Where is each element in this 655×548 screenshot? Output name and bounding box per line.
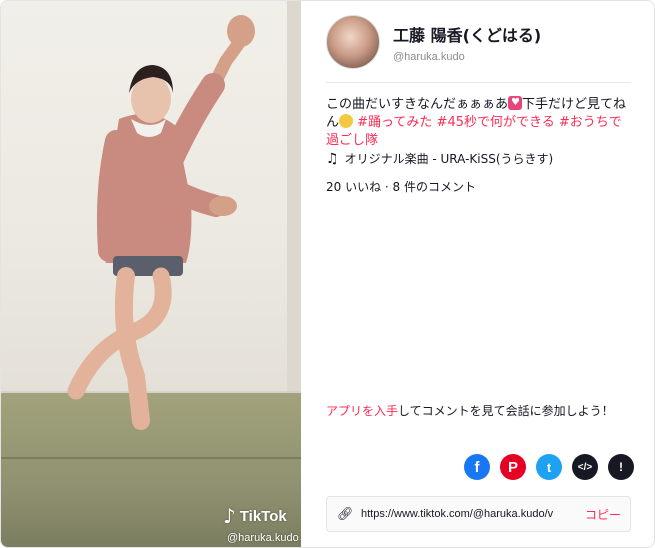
- author-meta: 工藤 陽香(くどはる) @haruka.kudo: [393, 22, 541, 63]
- video-caption: この曲だいすきなんだぁぁぁあ下手だけど見てねん #踊ってみた #45秒で何ができ…: [326, 96, 631, 150]
- share-buttons: f P t </> !: [464, 454, 634, 480]
- author-name[interactable]: 工藤 陽香(くどはる): [393, 22, 541, 46]
- caption-text-1: この曲だいすきなんだぁぁぁあ: [326, 97, 509, 112]
- video-watermark-handle: @haruka.kudo: [227, 532, 299, 544]
- tiktok-note-icon: ♪: [223, 504, 236, 528]
- engagement-stats: 20 いいね · 8 件のコメント: [326, 180, 476, 194]
- heart-emoji-icon: [508, 96, 523, 110]
- info-panel: 工藤 陽香(くどはる) @haruka.kudo この曲だいすきなんだぁぁぁあ下…: [326, 1, 634, 547]
- hashtag-link[interactable]: #45秒で何ができる: [437, 115, 555, 130]
- author-block[interactable]: 工藤 陽香(くどはる) @haruka.kudo: [326, 15, 541, 69]
- comment-cta: アプリを入手してコメントを見て会話に参加しよう！: [326, 402, 614, 419]
- embed-code-icon[interactable]: </>: [572, 454, 598, 480]
- hashtag-link[interactable]: #踊ってみた: [357, 115, 432, 130]
- music-row[interactable]: ♫ オリジナル楽曲 - URA-KiSS(うらきす): [326, 150, 553, 167]
- tiktok-embed: ♪ TikTok @haruka.kudo 工藤 陽香(くどはる) @haruk…: [0, 0, 655, 548]
- divider: [326, 82, 631, 83]
- video-url-field[interactable]: https://www.tiktok.com/@haruka.kudo/v: [361, 508, 571, 520]
- caption-text-2: 下手だけど見てね: [522, 97, 627, 112]
- dancer-raised-hand: [227, 15, 255, 47]
- tiktok-brand: ♪ TikTok: [223, 504, 287, 528]
- caption-text-3: ん: [326, 115, 340, 130]
- copy-button[interactable]: コピー: [585, 506, 621, 523]
- dancer-extended-hand: [209, 196, 237, 216]
- dancer-left-sleeve: [96, 130, 127, 262]
- twitter-share-icon[interactable]: t: [536, 454, 562, 480]
- music-note-icon: ♫: [326, 150, 339, 167]
- dancer-figure: [67, 15, 255, 430]
- video-player[interactable]: ♪ TikTok @haruka.kudo: [1, 1, 301, 547]
- smile-emoji-icon: [339, 114, 354, 128]
- link-chain-icon: 🔗︎: [337, 506, 354, 522]
- pinterest-share-icon[interactable]: P: [500, 454, 526, 480]
- tiktok-brand-name: TikTok: [239, 507, 287, 525]
- dancer-leg-left: [114, 267, 150, 430]
- author-handle[interactable]: @haruka.kudo: [393, 51, 541, 63]
- facebook-share-icon[interactable]: f: [464, 454, 490, 480]
- copy-link-box: 🔗︎ https://www.tiktok.com/@haruka.kudo/v…: [326, 496, 631, 532]
- report-warning-icon[interactable]: !: [608, 454, 634, 480]
- cta-text: してコメントを見て会話に参加しよう！: [398, 404, 614, 418]
- music-label[interactable]: オリジナル楽曲 - URA-KiSS(うらきす): [345, 150, 554, 167]
- get-app-link[interactable]: アプリを入手: [326, 404, 398, 418]
- avatar[interactable]: [326, 15, 380, 69]
